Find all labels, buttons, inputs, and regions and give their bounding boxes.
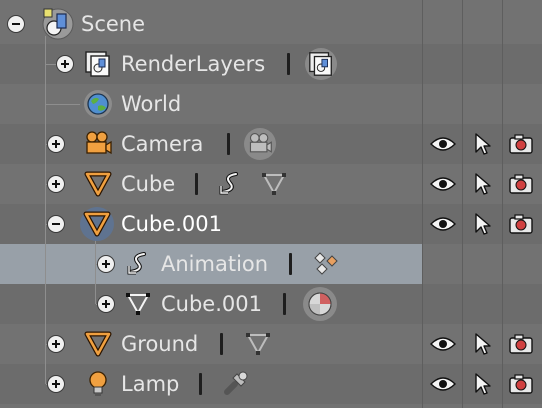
camera-icon bbox=[82, 128, 114, 160]
column-divider bbox=[462, 0, 463, 408]
eye-icon[interactable] bbox=[428, 169, 458, 199]
column-divider bbox=[502, 0, 503, 408]
scene-label[interactable]: Scene bbox=[81, 4, 145, 44]
camera-data-icon[interactable] bbox=[244, 128, 276, 160]
scene-node[interactable]: Scene bbox=[81, 4, 145, 44]
expand-icon[interactable] bbox=[98, 296, 114, 312]
cube-001-node[interactable]: Cube.001 bbox=[121, 204, 222, 244]
separator bbox=[287, 53, 290, 75]
lamp-label[interactable]: Lamp bbox=[121, 364, 179, 404]
separator bbox=[227, 133, 230, 155]
render-camera-icon[interactable] bbox=[506, 209, 536, 239]
cursor-arrow-icon[interactable] bbox=[468, 129, 498, 159]
scene-icon bbox=[42, 8, 74, 40]
mesh-data-icon bbox=[122, 288, 154, 320]
cube-001-mesh-node[interactable]: Cube.001 bbox=[161, 284, 262, 324]
expand-icon[interactable] bbox=[48, 336, 64, 352]
separator bbox=[199, 373, 202, 395]
render-camera-icon[interactable] bbox=[506, 369, 536, 399]
column-divider bbox=[422, 0, 423, 408]
cursor-arrow-icon[interactable] bbox=[468, 329, 498, 359]
material-icon[interactable] bbox=[303, 287, 337, 321]
mesh-data-icon[interactable] bbox=[242, 328, 274, 360]
render-layers-icon[interactable] bbox=[305, 48, 337, 80]
separator bbox=[289, 253, 292, 275]
lamp-node[interactable]: Lamp bbox=[121, 364, 179, 404]
render-camera-icon[interactable] bbox=[506, 329, 536, 359]
camera-node[interactable]: Camera bbox=[121, 124, 203, 164]
animation-icon[interactable] bbox=[214, 168, 246, 200]
cursor-arrow-icon[interactable] bbox=[468, 169, 498, 199]
mesh-object-icon bbox=[82, 168, 114, 200]
eye-icon[interactable] bbox=[428, 369, 458, 399]
camera-label[interactable]: Camera bbox=[121, 124, 203, 164]
render-camera-icon[interactable] bbox=[506, 169, 536, 199]
expand-icon[interactable] bbox=[98, 256, 114, 272]
row-cube-001-mesh[interactable] bbox=[0, 284, 542, 324]
ground-node[interactable]: Ground bbox=[121, 324, 198, 364]
expand-icon[interactable] bbox=[48, 176, 64, 192]
keyframes-icon[interactable] bbox=[310, 248, 342, 280]
separator bbox=[195, 173, 198, 195]
mesh-data-icon[interactable] bbox=[258, 168, 290, 200]
animation-node[interactable]: Animation bbox=[161, 244, 268, 284]
tree-line bbox=[46, 104, 80, 105]
eye-icon[interactable] bbox=[428, 329, 458, 359]
eye-icon[interactable] bbox=[428, 209, 458, 239]
cube-001-label[interactable]: Cube.001 bbox=[121, 204, 222, 244]
eye-icon[interactable] bbox=[428, 129, 458, 159]
mesh-object-icon bbox=[80, 207, 114, 241]
animation-label[interactable]: Animation bbox=[161, 244, 268, 284]
tree-line bbox=[45, 36, 46, 384]
lamp-icon bbox=[82, 368, 114, 400]
animation-icon bbox=[122, 248, 154, 280]
render-camera-icon[interactable] bbox=[506, 129, 536, 159]
collapse-icon[interactable] bbox=[48, 216, 64, 232]
cube-node[interactable]: Cube bbox=[121, 164, 175, 204]
ground-label[interactable]: Ground bbox=[121, 324, 198, 364]
separator bbox=[220, 333, 223, 355]
expand-icon[interactable] bbox=[57, 56, 73, 72]
tree-line bbox=[95, 240, 96, 304]
renderlayers-node[interactable]: RenderLayers bbox=[121, 44, 265, 84]
expand-icon[interactable] bbox=[48, 376, 64, 392]
separator bbox=[283, 293, 286, 315]
collapse-icon[interactable] bbox=[8, 16, 24, 32]
outliner-panel: Scene RenderLayers World Camera Cube Cub… bbox=[0, 0, 542, 408]
cube-label[interactable]: Cube bbox=[121, 164, 175, 204]
world-icon bbox=[82, 88, 114, 120]
expand-icon[interactable] bbox=[48, 136, 64, 152]
world-label[interactable]: World bbox=[121, 84, 181, 124]
cube-001-mesh-label[interactable]: Cube.001 bbox=[161, 284, 262, 324]
render-layers-icon bbox=[82, 48, 114, 80]
cursor-arrow-icon[interactable] bbox=[468, 209, 498, 239]
world-node[interactable]: World bbox=[121, 84, 181, 124]
renderlayers-label[interactable]: RenderLayers bbox=[121, 44, 265, 84]
cursor-arrow-icon[interactable] bbox=[468, 369, 498, 399]
lamp-data-icon[interactable] bbox=[220, 367, 252, 399]
mesh-object-icon bbox=[82, 328, 114, 360]
